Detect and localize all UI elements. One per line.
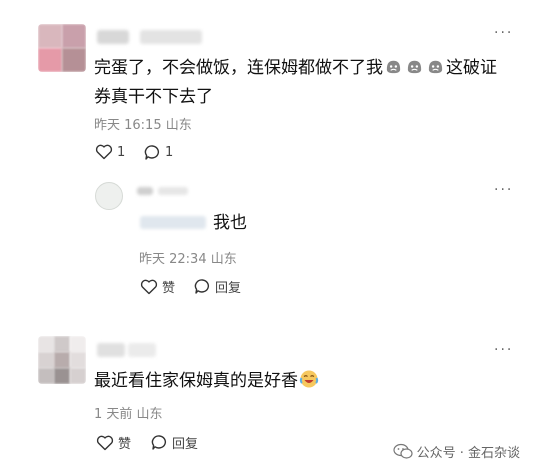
mention-redacted [140,216,206,229]
heart-icon [95,144,113,160]
reply-button[interactable]: 回复 [194,277,241,296]
comment-meta: 1 天前 山东 [94,407,163,422]
reply-count: 1 [165,145,174,160]
like-count: 1 [117,144,126,160]
wechat-icon [392,443,413,459]
reply-button[interactable]: 1 [144,144,173,161]
reply-meta: 昨天 22:34 山东 [139,252,237,267]
comment-bubble-icon [144,145,160,160]
username-redacted [97,343,125,357]
username-redacted [97,30,129,44]
watermark: 公众号 · 金石杂谈 [392,442,520,461]
comment-bubble-icon [151,435,167,450]
avatar[interactable] [38,336,86,384]
avatar[interactable] [38,24,86,72]
like-button[interactable]: 赞 [96,433,131,452]
like-button[interactable]: 1 [95,144,125,160]
reply-button[interactable]: 回复 [151,433,198,452]
more-options-icon[interactable]: ··· [494,26,513,40]
comment-bubble-icon [194,279,210,294]
emoji-icon [405,57,424,84]
more-options-icon[interactable]: ··· [494,343,513,357]
comment-meta: 昨天 16:15 山东 [94,118,192,133]
heart-icon [140,279,158,294]
reply-text: 我也 [213,213,247,233]
username-redacted [140,30,202,44]
like-button[interactable]: 赞 [140,277,175,296]
more-options-icon[interactable]: ··· [494,183,513,197]
comment-text: 最近看住家保姆真的是好香 [94,368,320,397]
username-redacted [137,187,153,195]
emoji-icon [426,57,445,84]
heart-icon [96,435,114,450]
crying-laughing-emoji-icon [299,369,319,397]
comment-text: 完蛋了，不会做饭，连保姆都做不了我 这破证 券真干不下去了 [94,57,497,107]
username-redacted [128,343,156,357]
emoji-icon [384,57,403,84]
username-redacted [158,187,188,195]
reply-avatar[interactable] [95,182,123,210]
